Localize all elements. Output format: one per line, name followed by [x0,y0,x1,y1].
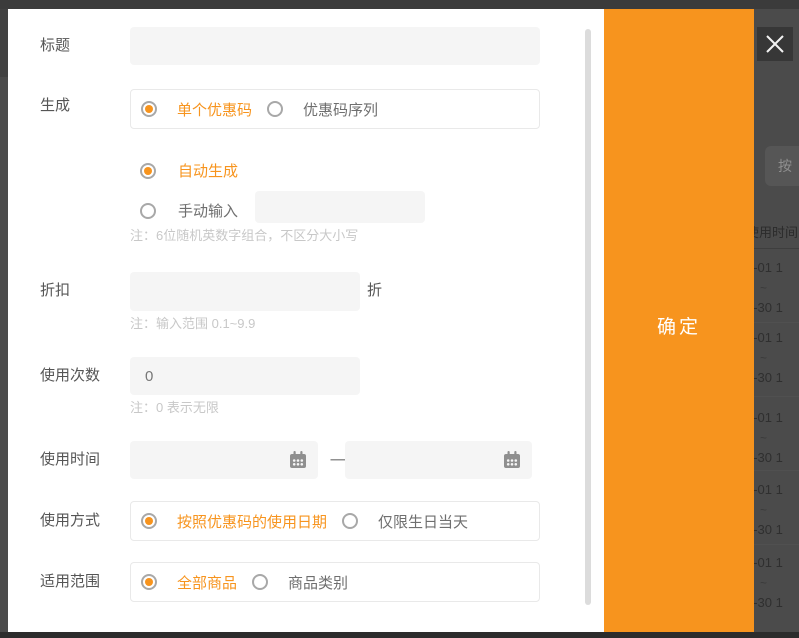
radio-birthday-only[interactable] [342,513,358,529]
usage-count-note: 注：0 表示无限 [130,398,219,418]
table-row-divider [754,470,799,471]
calendar-icon [502,450,522,470]
table-header-divider [754,248,799,249]
radio-manual-input-label[interactable]: 手动输入 [178,200,238,221]
radio-auto-generate-label[interactable]: 自动生成 [178,160,238,181]
confirm-button[interactable]: 确定 [604,9,754,632]
auto-generate-row: 自动生成 [140,160,238,181]
radio-product-category[interactable] [252,574,268,590]
backdrop-bottom-strip [0,632,799,638]
radio-coupon-series-label[interactable]: 优惠码序列 [303,99,378,120]
discount-suffix: 折 [367,281,382,301]
manual-input-row: 手动输入 [140,200,238,221]
table-row-divider [754,322,799,323]
title-label: 标题 [40,36,70,56]
radio-by-coupon-date-label[interactable]: 按照优惠码的使用日期 [177,511,327,532]
scope-label: 适用范围 [40,572,100,592]
generate-radio-group: 单个优惠码 优惠码序列 [130,89,540,129]
generate-note: 注：6位随机英数字组合，不区分大小写 [130,226,358,246]
radio-all-products-label[interactable]: 全部商品 [177,572,237,593]
radio-coupon-series[interactable] [267,101,283,117]
radio-product-category-label[interactable]: 商品类别 [288,572,348,593]
scope-radio-group: 全部商品 商品类别 [130,562,540,602]
manual-code-input[interactable] [255,191,425,223]
usage-mode-radio-group: 按照优惠码的使用日期 仅限生日当天 [130,501,540,541]
radio-all-products[interactable] [141,574,157,590]
radio-manual-input[interactable] [140,203,156,219]
generate-label: 生成 [40,96,70,116]
confirm-button-label: 确定 [604,312,754,339]
background-filter-button[interactable]: 按 [765,146,799,186]
close-icon [764,33,786,55]
usage-time-label: 使用时间 [40,450,100,470]
calendar-icon [288,450,308,470]
radio-by-coupon-date[interactable] [141,513,157,529]
usage-count-label: 使用次数 [40,366,100,386]
end-date-input[interactable] [345,441,532,479]
discount-input[interactable] [130,272,360,311]
dialog-scrollbar[interactable] [585,29,591,605]
start-date-input[interactable] [130,441,318,479]
table-row-divider [754,396,799,397]
radio-auto-generate[interactable] [140,163,156,179]
usage-count-input[interactable] [130,357,360,395]
radio-single-coupon-label[interactable]: 单个优惠码 [177,99,252,120]
backdrop-left-patch [0,9,8,77]
backdrop-top-strip [0,0,799,9]
close-button[interactable] [757,27,793,61]
discount-label: 折扣 [40,281,70,301]
title-input[interactable] [130,27,540,65]
radio-single-coupon[interactable] [141,101,157,117]
table-row-divider [754,544,799,545]
usage-mode-label: 使用方式 [40,511,100,531]
coupon-create-dialog: 标题 生成 单个优惠码 优惠码序列 自动生成 手动输入 注：6位随机英数字组合，… [8,9,754,632]
radio-birthday-only-label[interactable]: 仅限生日当天 [378,511,468,532]
discount-note: 注：输入范围 0.1~9.9 [130,314,255,334]
